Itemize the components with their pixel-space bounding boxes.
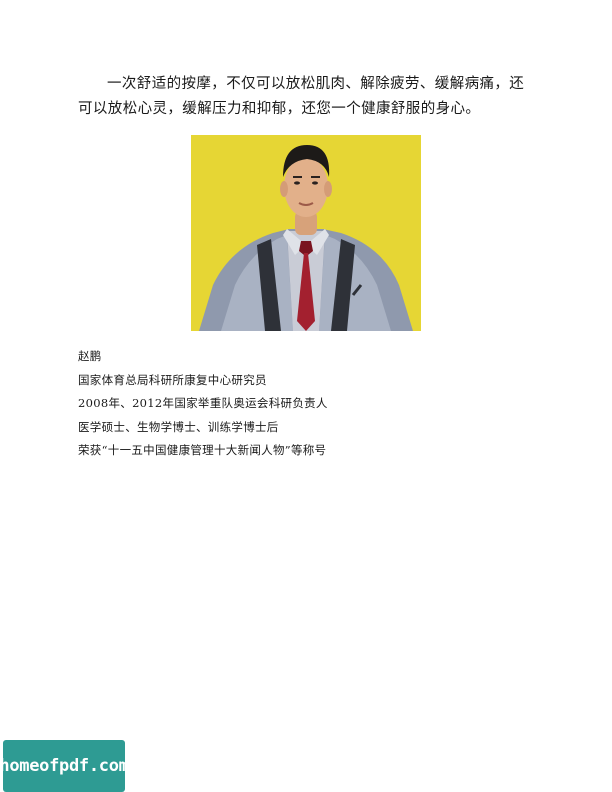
watermark-text: homeofpdf.com bbox=[0, 756, 129, 776]
author-portrait-image bbox=[191, 135, 421, 331]
bio-line-honors: 荣获“十一五中国健康管理十大新闻人物”等称号 bbox=[78, 443, 327, 457]
intro-paragraph: 一次舒适的按摩，不仅可以放松肌肉、解除疲劳、缓解病痛，还 可以放松心灵，缓解压力… bbox=[78, 72, 548, 122]
bio-line-olympic-role: 2008年、2012年国家举重队奥运会科研负责人 bbox=[78, 396, 328, 410]
author-bio: 赵鹏 国家体育总局科研所康复中心研究员 2008年、2012年国家举重队奥运会科… bbox=[78, 345, 548, 463]
bio-line-degrees: 医学硕士、生物学博士、训练学博士后 bbox=[78, 419, 279, 434]
intro-line-1: 一次舒适的按摩，不仅可以放松肌肉、解除疲劳、缓解病痛，还 bbox=[107, 76, 525, 92]
author-name: 赵鹏 bbox=[78, 349, 102, 363]
watermark-badge: homeofpdf.com bbox=[0, 740, 129, 792]
author-photo bbox=[191, 135, 421, 331]
intro-line-2: 可以放松心灵，缓解压力和抑郁，还您一个健康舒服的身心。 bbox=[78, 101, 481, 117]
document-page: 一次舒适的按摩，不仅可以放松肌肉、解除疲劳、缓解病痛，还 可以放松心灵，缓解压力… bbox=[0, 0, 612, 792]
bio-line-position: 国家体育总局科研所康复中心研究员 bbox=[78, 372, 267, 387]
